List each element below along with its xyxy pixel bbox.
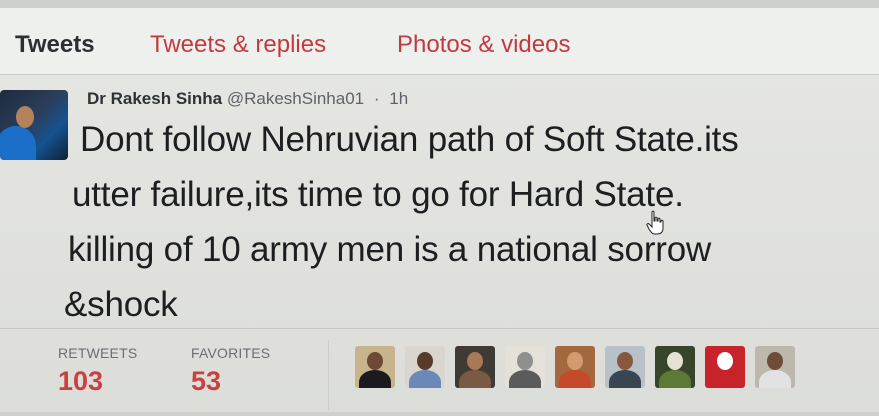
tweet-text-line: utter failure,its time to go for Hard St…: [72, 175, 684, 214]
favoriter-avatar[interactable]: [555, 346, 595, 388]
tab-photos-and-videos[interactable]: Photos & videos: [397, 30, 570, 60]
favorites-count: 53: [191, 366, 222, 396]
favoriter-avatar[interactable]: [405, 346, 445, 388]
favoriter-avatar[interactable]: [355, 346, 395, 388]
favoriter-avatar[interactable]: [455, 346, 495, 388]
retweets-count: 103: [58, 366, 104, 396]
tweet-text-line: Dont follow Nehruvian path of Soft State…: [80, 120, 739, 159]
retweets-stat[interactable]: RETWEETS 103: [58, 345, 137, 397]
favoriter-avatar-head: [567, 352, 583, 370]
avatar-figure-head: [16, 106, 34, 128]
favoriter-avatar-body: [509, 370, 541, 388]
favoriter-avatar-body: [759, 370, 791, 388]
favoriter-avatar[interactable]: [505, 346, 545, 388]
tweet-text-line: killing of 10 army men is a national sor…: [68, 230, 712, 269]
favoriter-avatar[interactable]: [755, 346, 795, 388]
favoriter-avatar-head: [717, 352, 733, 370]
favorites-label: FAVORITES: [191, 345, 271, 361]
favoriter-avatar[interactable]: [705, 346, 745, 388]
twitter-profile-screen: Tweets Tweets & replies Photos & videos …: [0, 0, 879, 416]
favoriter-avatar-body: [709, 370, 741, 388]
tweet-header: Dr Rakesh Sinha @RakeshSinha01 · 1h: [87, 88, 408, 110]
favoriter-avatar-body: [609, 370, 641, 388]
favoriter-avatar-head: [667, 352, 683, 370]
avatar-figure-body: [0, 126, 36, 160]
browser-edge: [0, 0, 879, 8]
tweet-text: Dont follow Nehruvian path of Soft State…: [64, 112, 869, 332]
author-avatar[interactable]: [0, 90, 68, 160]
favoriter-avatar-head: [367, 352, 383, 370]
stats-divider: [0, 328, 879, 329]
header-separator: ·: [373, 89, 380, 108]
favoriter-avatar-head: [617, 352, 633, 370]
stats-separator: [328, 340, 329, 410]
favoriter-avatar-head: [767, 352, 783, 370]
favoriter-avatar-body: [459, 370, 491, 388]
tab-tweets[interactable]: Tweets: [15, 30, 95, 60]
favoriter-avatar[interactable]: [605, 346, 645, 388]
bottom-edge: [0, 412, 879, 416]
favoriter-avatar-head: [517, 352, 533, 370]
tab-tweets-and-replies[interactable]: Tweets & replies: [150, 30, 326, 60]
author-handle[interactable]: @RakeshSinha01: [227, 89, 364, 108]
favoriter-avatar-body: [659, 370, 691, 388]
favorites-stat[interactable]: FAVORITES 53: [191, 345, 270, 397]
favoriter-avatar-head: [417, 352, 433, 370]
tweet-text-line: &shock: [64, 285, 178, 324]
profile-tabs: Tweets Tweets & replies Photos & videos: [0, 8, 879, 75]
favoriter-avatar-body: [409, 370, 441, 388]
retweets-label: RETWEETS: [58, 345, 138, 361]
hand-pointer-icon: [646, 210, 664, 235]
author-name[interactable]: Dr Rakesh Sinha: [87, 89, 222, 108]
favoriter-avatar-body: [559, 370, 591, 388]
favoriter-avatar-body: [359, 370, 391, 388]
favoriter-avatar[interactable]: [655, 346, 695, 388]
favoriter-avatar-head: [467, 352, 483, 370]
tweet-timestamp[interactable]: 1h: [389, 89, 408, 108]
